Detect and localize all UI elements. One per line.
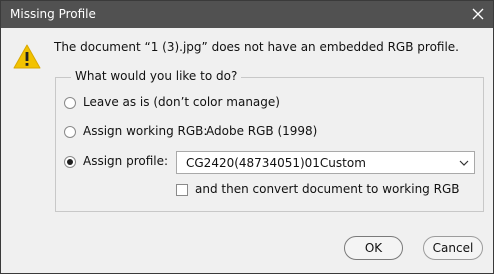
group-legend: What would you like to do? (71, 69, 242, 83)
missing-profile-dialog: Missing Profile The document “1 (3).jpg”… (0, 0, 494, 274)
assign-working-rgb-label[interactable]: Assign working RGB: (83, 124, 207, 138)
ok-button[interactable]: OK (344, 236, 403, 260)
leave-as-is-radio[interactable] (64, 97, 76, 109)
leave-as-is-label[interactable]: Leave as is (don’t color manage) (83, 95, 280, 109)
convert-checkbox[interactable] (176, 184, 188, 196)
chevron-down-icon (459, 160, 469, 166)
working-rgb-value: Adobe RGB (1998) (206, 124, 318, 138)
cancel-button[interactable]: Cancel (423, 236, 483, 260)
convert-checkbox-label[interactable]: and then convert document to working RGB (195, 182, 460, 196)
window-title: Missing Profile (10, 7, 96, 21)
title-bar: Missing Profile (1, 1, 493, 28)
assign-profile-label[interactable]: Assign profile: (83, 154, 168, 168)
assign-working-rgb-radio[interactable] (64, 126, 76, 138)
assign-profile-radio[interactable] (64, 156, 76, 168)
close-button[interactable] (467, 3, 489, 25)
profile-dropdown-value: CG2420(48734051)01Custom (186, 156, 366, 170)
message-text: The document “1 (3).jpg” does not have a… (54, 40, 459, 54)
profile-dropdown[interactable]: CG2420(48734051)01Custom (176, 151, 475, 174)
close-icon (472, 8, 484, 20)
warning-icon (13, 44, 41, 69)
